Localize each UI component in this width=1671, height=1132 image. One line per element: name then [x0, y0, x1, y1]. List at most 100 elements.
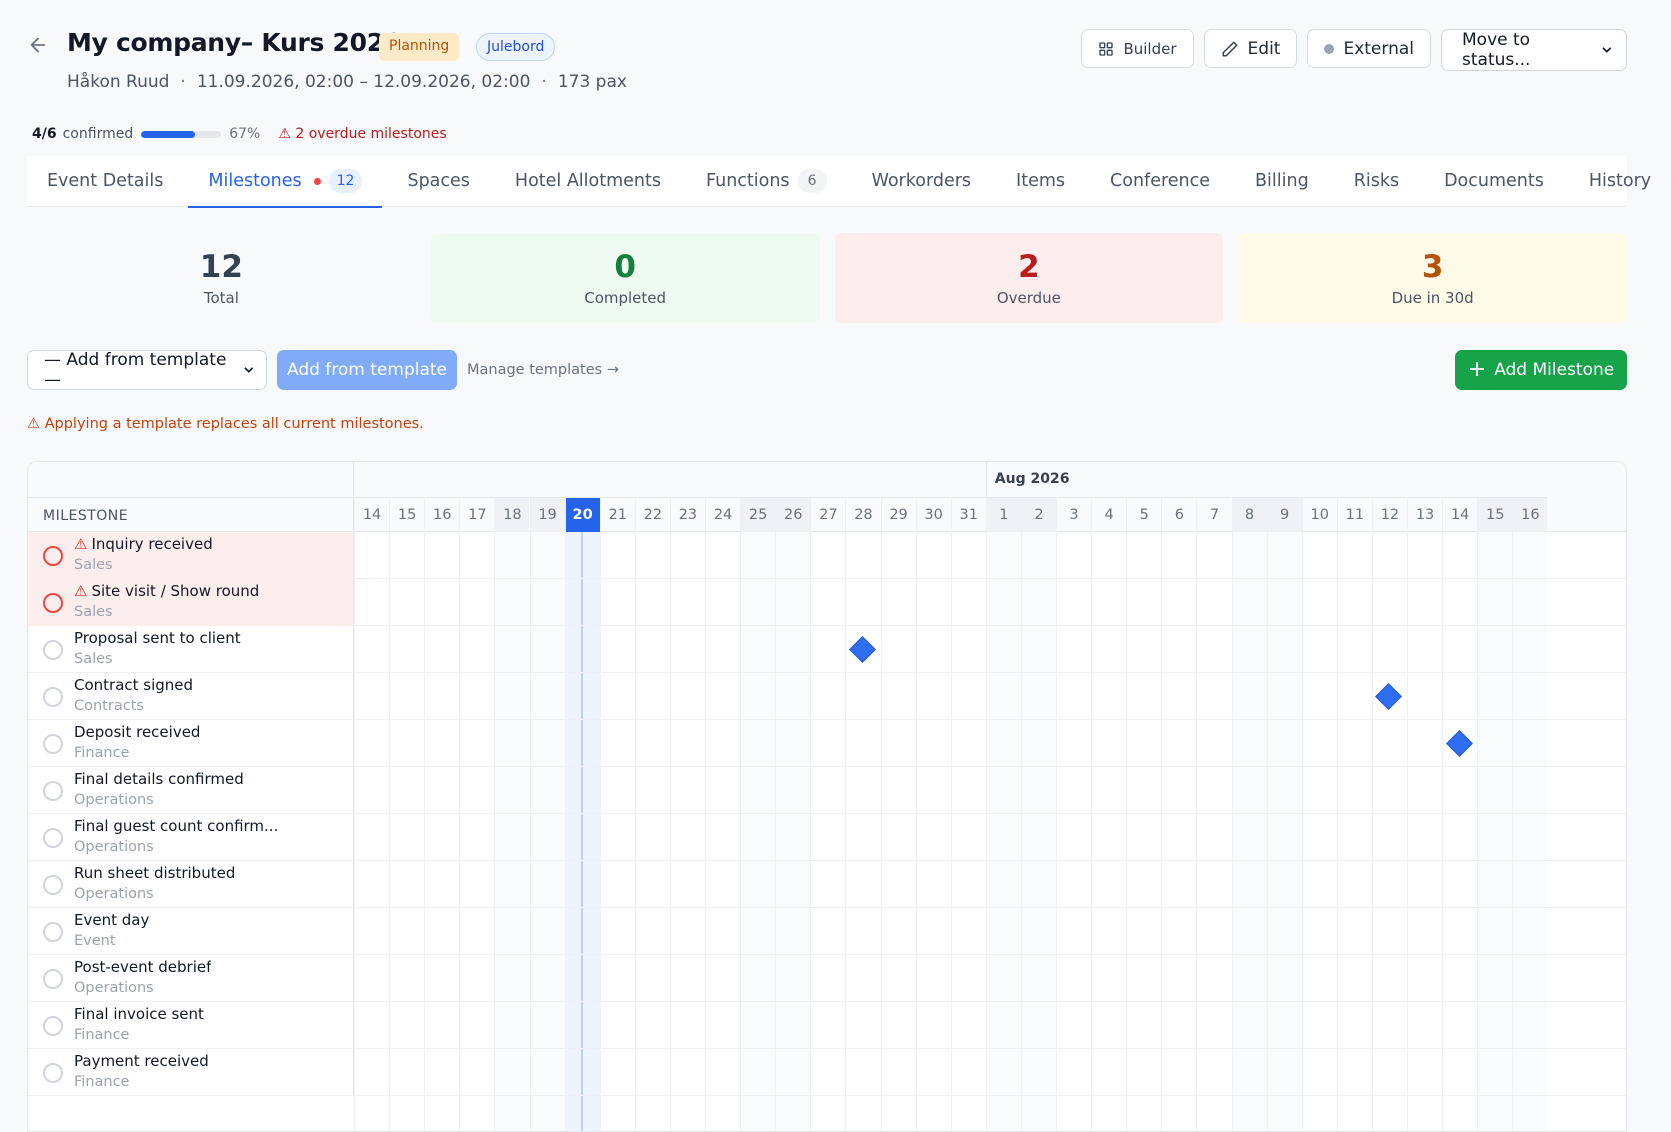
complete-toggle[interactable]	[43, 592, 63, 613]
today-day-label: 20	[564, 497, 600, 532]
complete-toggle[interactable]	[43, 921, 63, 942]
tab-event-details[interactable]: Event Details	[47, 156, 163, 207]
complete-toggle[interactable]	[43, 968, 63, 989]
tab-count-badge: 12	[328, 169, 363, 193]
separator: ·	[541, 72, 547, 92]
tab-functions[interactable]: Functions 6	[706, 156, 827, 207]
manage-templates-link[interactable]: Manage templates →	[467, 350, 619, 390]
milestone-marker[interactable]	[849, 635, 876, 663]
milestone-row-label[interactable]: Run sheet distributed Operations	[28, 861, 354, 908]
tab-label: Risks	[1353, 171, 1400, 191]
day-label: 17	[459, 497, 495, 532]
page-title: My company– Kurs 2026	[67, 28, 401, 57]
edit-button[interactable]: Edit	[1203, 29, 1298, 68]
tab-documents[interactable]: Documents	[1444, 156, 1544, 207]
milestone-row-label[interactable]: Payment received Finance	[28, 1049, 354, 1096]
milestone-row-label[interactable]: Event day Event	[28, 908, 354, 955]
apply-template-button[interactable]: Add from template	[277, 350, 457, 390]
milestone-marker[interactable]	[1445, 729, 1473, 757]
day-label: 16	[1512, 497, 1548, 532]
builder-button[interactable]: Builder	[1081, 29, 1194, 68]
back-arrow-icon[interactable]	[27, 34, 49, 56]
template-warning: ⚠ Applying a template replaces all curre…	[27, 416, 424, 432]
day-label: 31	[950, 497, 986, 532]
day-label: 26	[775, 497, 811, 532]
tab-billing[interactable]: Billing	[1255, 156, 1309, 207]
tab-conference[interactable]: Conference	[1110, 156, 1210, 207]
stat-completed-label: Completed	[584, 289, 667, 307]
milestone-row: ⚠ Site visit / Show round Sales	[28, 579, 1626, 626]
stat-completed-value: 0	[614, 249, 636, 285]
builder-label: Builder	[1123, 39, 1177, 58]
complete-toggle[interactable]	[43, 1062, 63, 1083]
milestone-toolbar: — Add from template — Add from template …	[27, 350, 1627, 390]
day-label: 21	[599, 497, 635, 532]
complete-toggle[interactable]	[43, 874, 63, 895]
milestone-row-label[interactable]: Post-event debrief Operations	[28, 955, 354, 1002]
confirmed-count: 4/6	[32, 126, 57, 142]
milestone-column-header: MILESTONE	[43, 508, 129, 524]
milestone-title: Payment received	[74, 1052, 209, 1070]
stat-overdue-label: Overdue	[996, 289, 1061, 307]
tab-risks[interactable]: Risks	[1354, 156, 1399, 207]
tab-spaces[interactable]: Spaces	[407, 156, 469, 207]
milestone-row-label[interactable]: Contract signed Contracts	[28, 673, 354, 720]
milestone-row-label[interactable]: Final invoice sent Finance	[28, 1002, 354, 1049]
template-select-value: — Add from template —	[44, 350, 227, 390]
complete-toggle[interactable]	[43, 686, 63, 707]
milestone-row-label[interactable]: ⚠ Inquiry received Sales	[28, 532, 354, 579]
milestone-row-label[interactable]: Final details confirmed Operations	[28, 767, 354, 814]
overdue-alert[interactable]: ⚠ 2 overdue milestones	[278, 126, 446, 142]
tab-label: Billing	[1255, 171, 1309, 191]
milestone-name: Contract signed	[74, 676, 194, 694]
tab-milestones[interactable]: Milestones 12	[188, 156, 383, 208]
complete-toggle[interactable]	[43, 545, 63, 566]
progress-percent: 67%	[229, 126, 261, 142]
move-status-select[interactable]: Move to status...	[1441, 29, 1627, 71]
day-label: 1	[985, 497, 1021, 532]
milestone-stats: 12 Total 0 Completed 2 Overdue 3 Due in …	[27, 233, 1627, 323]
milestone-row-label[interactable]: Proposal sent to client Sales	[28, 626, 354, 673]
milestone-category: Event	[74, 933, 116, 949]
tab-items[interactable]: Items	[1016, 156, 1065, 207]
milestone-marker[interactable]	[1375, 682, 1403, 710]
day-label: 19	[529, 497, 565, 532]
milestone-row: Event day Event	[28, 908, 1626, 955]
milestone-row: Payment received Finance	[28, 1049, 1626, 1096]
warning-icon: ⚠	[278, 126, 291, 142]
progress-bar-fill	[141, 130, 195, 138]
tab-history[interactable]: History	[1589, 156, 1651, 207]
milestone-row-label[interactable]: Final guest count confirm... Operations	[28, 814, 354, 861]
milestone-name: Final invoice sent	[74, 1005, 204, 1023]
day-label: 7	[1196, 497, 1232, 532]
day-label: 23	[669, 497, 705, 532]
milestone-row: Final guest count confirm... Operations	[28, 814, 1626, 861]
complete-toggle[interactable]	[43, 733, 63, 754]
day-label: 14	[1442, 497, 1478, 532]
milestone-category: Operations	[74, 792, 154, 808]
tab-label: Items	[1016, 171, 1066, 191]
milestone-row-label[interactable]: Deposit received Finance	[28, 720, 354, 767]
stat-completed: 0 Completed	[430, 233, 820, 323]
day-label: 25	[740, 497, 776, 532]
move-status-label: Move to status...	[1462, 30, 1531, 70]
day-label: 16	[424, 497, 460, 532]
complete-toggle[interactable]	[43, 780, 63, 801]
milestone-name: Post-event debrief	[74, 958, 212, 976]
confirmed-label: confirmed	[62, 126, 134, 142]
milestone-row: Final details confirmed Operations	[28, 767, 1626, 814]
chevron-down-icon	[244, 367, 254, 373]
milestone-title: Final invoice sent	[74, 1005, 204, 1023]
milestone-row-label[interactable]: ⚠ Site visit / Show round Sales	[28, 579, 354, 626]
add-milestone-button[interactable]: + Add Milestone	[1455, 350, 1627, 390]
milestone-title: Event day	[74, 911, 149, 929]
complete-toggle[interactable]	[43, 1015, 63, 1036]
tab-hotel-allotments[interactable]: Hotel Allotments	[515, 156, 661, 207]
complete-toggle[interactable]	[43, 639, 63, 660]
milestone-name: Proposal sent to client	[74, 629, 241, 647]
tab-workorders[interactable]: Workorders	[872, 156, 971, 207]
template-select[interactable]: — Add from template —	[27, 350, 267, 390]
complete-toggle[interactable]	[43, 827, 63, 848]
external-button[interactable]: External	[1307, 29, 1431, 68]
day-label: 9	[1266, 497, 1302, 532]
